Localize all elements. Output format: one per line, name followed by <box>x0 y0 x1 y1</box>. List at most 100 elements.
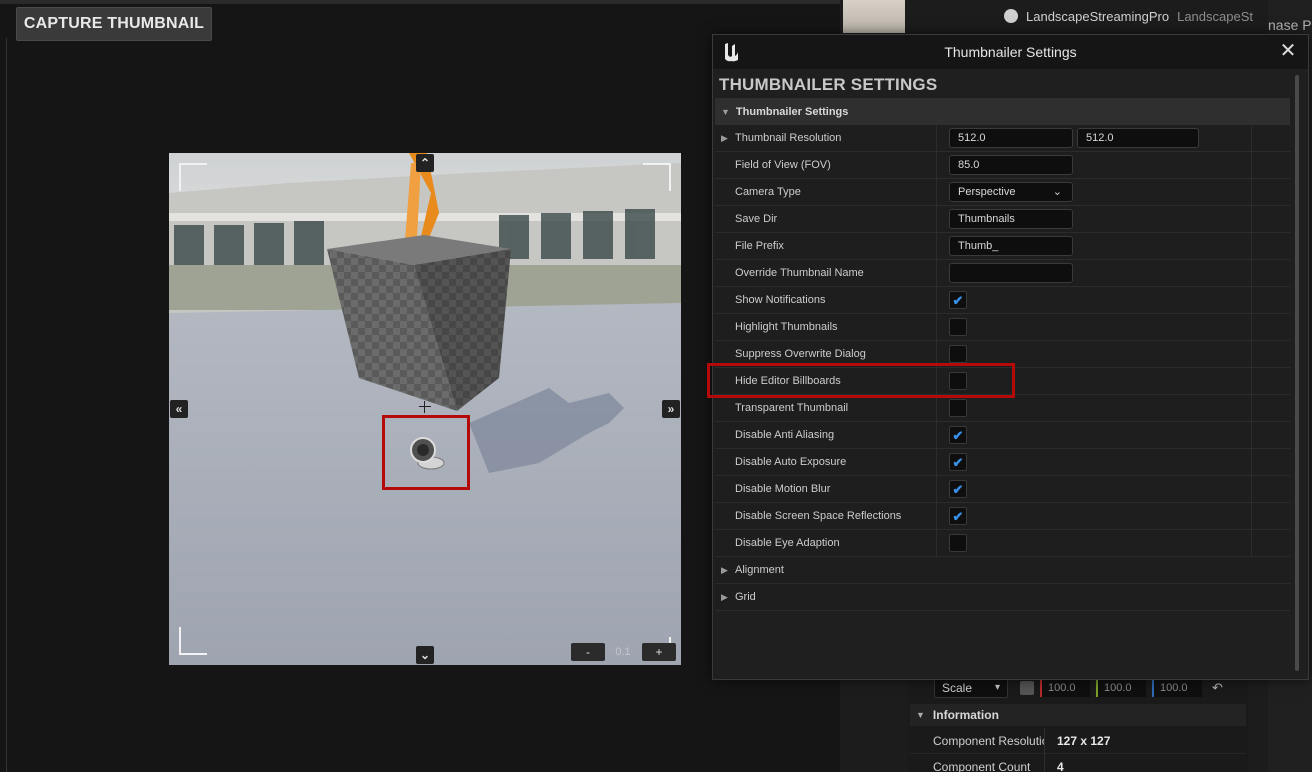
capture-thumbnail-button[interactable]: CAPTURE THUMBNAIL <box>16 7 212 41</box>
unreal-logo-icon <box>725 43 738 62</box>
transparent-thumbnail-label-text: Transparent Thumbnail <box>735 402 849 414</box>
disable-auto-exposure-checkbox[interactable]: ✔ <box>949 453 967 471</box>
row-trail <box>1252 260 1290 286</box>
property-value: 4 <box>1044 754 1064 772</box>
disable-eye-adaption-row: Disable Eye Adaption <box>715 530 1290 557</box>
show-notifications-row: Show Notifications ✔ <box>715 287 1290 314</box>
alignment-group-row[interactable]: ▶ Alignment <box>715 557 1290 584</box>
disable-eye-adaption-checkbox[interactable] <box>949 534 967 552</box>
grid-group-label[interactable]: ▶ Grid <box>715 584 937 610</box>
property-row: Component Resolution 127 x 127 <box>910 728 1246 754</box>
row-trail <box>1252 422 1290 448</box>
reset-icon[interactable]: ↶ <box>1212 680 1223 696</box>
scale-z-field[interactable]: 100.0 <box>1152 679 1202 697</box>
edge-label: nase P <box>1268 17 1312 33</box>
alignment-group-label[interactable]: ▶ Alignment <box>715 557 937 583</box>
outliner-row[interactable]: LandscapeStreamingPro LandscapeSt <box>1004 7 1253 25</box>
save-dir-label-text: Save Dir <box>735 213 778 225</box>
row-trail <box>1252 368 1290 394</box>
highlight-thumbnails-checkbox[interactable] <box>949 318 967 336</box>
zoom-value: 0.1 <box>615 646 631 658</box>
file-prefix-row: File Prefix Thumb_ <box>715 233 1290 260</box>
checkmark-icon: ✔ <box>952 292 964 308</box>
highlight-thumbnails-label-text: Highlight Thumbnails <box>735 321 838 333</box>
settings-section-header[interactable]: ▼ Thumbnailer Settings <box>715 98 1290 125</box>
save-dir-row: Save Dir Thumbnails <box>715 206 1290 233</box>
save-dir-value: Thumbnails <box>937 206 1252 232</box>
expand-triangle-icon: ▼ <box>916 710 925 720</box>
thumbnail-resolution-label[interactable]: ▶ Thumbnail Resolution <box>715 125 937 151</box>
camera-type-selected: Perspective <box>958 186 1016 198</box>
thumbnail-resolution-value: 512.0 512.0 <box>937 125 1252 151</box>
chevron-down-icon: ⌄ <box>1052 186 1062 198</box>
grid-group-text: Grid <box>735 591 756 603</box>
pan-down-button[interactable]: ⌄ <box>416 646 434 664</box>
pan-up-button[interactable]: ⌃ <box>416 154 434 172</box>
dialog-heading: THUMBNAILER SETTINGS <box>719 75 938 94</box>
suppress-overwrite-dialog-checkbox[interactable] <box>949 345 967 363</box>
dialog-titlebar[interactable]: Thumbnailer Settings ✕ <box>713 35 1308 69</box>
disable-auto-exposure-label: Disable Auto Exposure <box>715 449 937 475</box>
zoom-in-button[interactable]: + <box>642 643 676 661</box>
override-name-field[interactable] <box>949 263 1073 283</box>
row-trail <box>1252 503 1290 529</box>
thumbnail-preview[interactable]: ⌃ ⌄ « » - 0.1 + <box>169 153 681 665</box>
file-prefix-label-text: File Prefix <box>735 240 784 252</box>
disable-motion-blur-label: Disable Motion Blur <box>715 476 937 502</box>
close-icon[interactable]: ✕ <box>1278 41 1298 61</box>
camera-type-dropdown[interactable]: Perspective ⌄ <box>949 182 1073 202</box>
lock-icon[interactable] <box>1020 681 1034 695</box>
camera-type-label: Camera Type <box>715 179 937 205</box>
dialog-scrollbar[interactable] <box>1295 75 1299 671</box>
grid-group-row[interactable]: ▶ Grid <box>715 584 1290 611</box>
resolution-x-field[interactable]: 512.0 <box>949 128 1073 148</box>
row-trail <box>1252 206 1290 232</box>
resolution-y-field[interactable]: 512.0 <box>1077 128 1199 148</box>
property-row: Component Count 4 <box>910 754 1246 772</box>
thumbnailer-settings-dialog: Thumbnailer Settings ✕ THUMBNAILER SETTI… <box>712 34 1309 680</box>
file-prefix-label: File Prefix <box>715 233 937 259</box>
transparent-thumbnail-label: Transparent Thumbnail <box>715 395 937 421</box>
show-notifications-checkbox[interactable]: ✔ <box>949 291 967 309</box>
scale-y-field[interactable]: 100.0 <box>1096 679 1146 697</box>
settings-content: ▼ Thumbnailer Settings ▶ Thumbnail Resol… <box>715 98 1290 611</box>
settings-section-label: Thumbnailer Settings <box>735 105 849 118</box>
row-trail <box>1252 530 1290 556</box>
crosshair-icon <box>419 401 431 413</box>
fov-field[interactable]: 85.0 <box>949 155 1073 175</box>
expand-triangle-icon[interactable]: ▶ <box>721 565 728 576</box>
frame-corner-top-left <box>179 163 207 191</box>
disable-anti-aliasing-value: ✔ <box>937 422 1252 448</box>
expand-triangle-icon: ▼ <box>721 106 730 117</box>
disable-screen-space-reflections-label-text: Disable Screen Space Reflections <box>735 510 902 522</box>
disable-motion-blur-label-text: Disable Motion Blur <box>735 483 831 495</box>
information-section-header[interactable]: ▼ Information <box>910 704 1246 726</box>
expand-triangle-icon[interactable]: ▶ <box>721 592 728 603</box>
disable-motion-blur-checkbox[interactable]: ✔ <box>949 480 967 498</box>
expand-triangle-icon[interactable]: ▶ <box>721 133 728 144</box>
disable-anti-aliasing-row: Disable Anti Aliasing ✔ <box>715 422 1290 449</box>
pan-right-button[interactable]: » <box>662 400 680 418</box>
disable-auto-exposure-value: ✔ <box>937 449 1252 475</box>
left-divider <box>6 38 7 772</box>
property-key: Component Count <box>933 759 1031 772</box>
transform-mode-select[interactable]: Scale ▾ <box>934 678 1008 698</box>
app-root: CAPTURE THUMBNAIL ⌃ ⌄ « » - 0.1 + Landsc… <box>0 0 1312 772</box>
scale-x-field[interactable]: 100.0 <box>1040 679 1090 697</box>
scale-row: Scale ▾ 100.0 100.0 100.0 ↶ <box>934 678 1223 698</box>
checkmark-icon: ✔ <box>952 454 964 470</box>
disable-screen-space-reflections-label: Disable Screen Space Reflections <box>715 503 937 529</box>
checkmark-icon: ✔ <box>952 508 964 524</box>
row-trail <box>1252 476 1290 502</box>
disable-anti-aliasing-checkbox[interactable]: ✔ <box>949 426 967 444</box>
pan-left-button[interactable]: « <box>170 400 188 418</box>
file-prefix-field[interactable]: Thumb_ <box>949 236 1073 256</box>
transform-mode-value: Scale <box>942 681 973 695</box>
transparent-thumbnail-checkbox[interactable] <box>949 399 967 417</box>
show-notifications-label: Show Notifications <box>715 287 937 313</box>
chevron-down-icon: ▾ <box>994 682 1000 693</box>
zoom-out-button[interactable]: - <box>571 643 605 661</box>
save-dir-field[interactable]: Thumbnails <box>949 209 1073 229</box>
disable-screen-space-reflections-checkbox[interactable]: ✔ <box>949 507 967 525</box>
override-name-label-text: Override Thumbnail Name <box>735 267 864 279</box>
